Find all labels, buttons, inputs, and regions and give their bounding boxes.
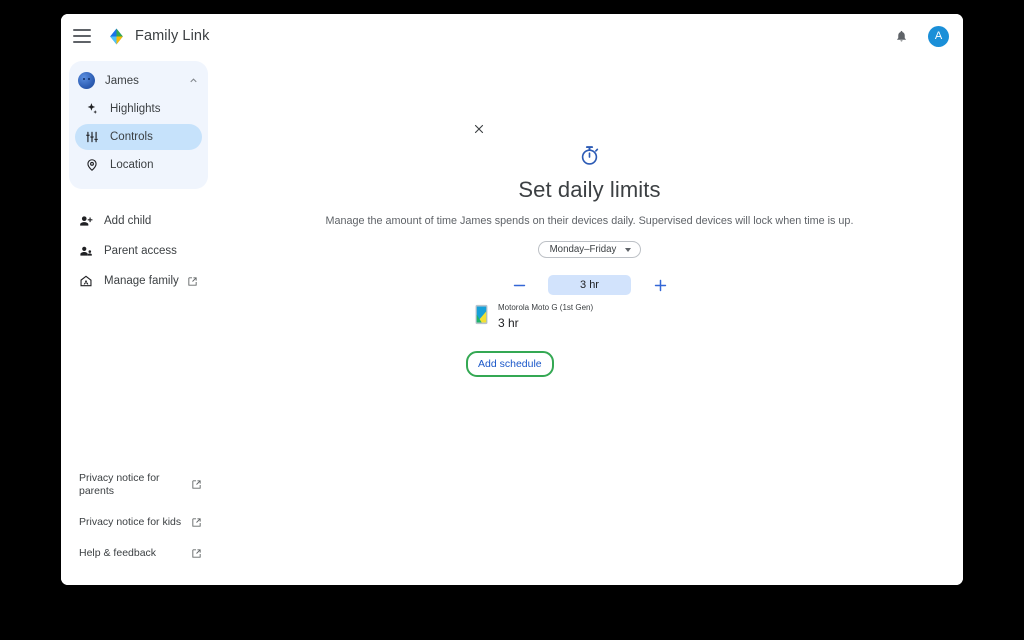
main-content: Set daily limits Manage the amount of ti… bbox=[216, 58, 963, 585]
family-home-icon bbox=[79, 274, 93, 288]
person-add-icon bbox=[79, 214, 93, 228]
sidebar-item-label: Location bbox=[110, 159, 154, 171]
plus-icon bbox=[654, 279, 666, 291]
bell-icon[interactable] bbox=[890, 25, 912, 47]
sidebar-item-controls[interactable]: Controls bbox=[75, 124, 202, 150]
top-app-bar: Family Link A bbox=[61, 14, 963, 58]
smartphone-icon bbox=[475, 304, 488, 325]
external-link-icon[interactable] bbox=[191, 517, 202, 528]
sparkle-icon bbox=[85, 102, 99, 116]
chevron-down-icon bbox=[625, 247, 632, 252]
sidebar-item-label: Highlights bbox=[110, 103, 161, 115]
footer-link-label: Privacy notice for parents bbox=[79, 471, 160, 497]
daily-limits-panel: Set daily limits Manage the amount of ti… bbox=[216, 58, 963, 296]
sidebar-item-location[interactable]: Location bbox=[75, 152, 202, 178]
footer-link-label: Privacy notice for kids bbox=[79, 515, 182, 528]
sidebar-footer-links: Privacy notice for parents Privacy notic… bbox=[61, 463, 216, 586]
person-supervisor-icon bbox=[79, 244, 93, 258]
sidebar-item-label: Controls bbox=[110, 131, 153, 143]
external-link-icon[interactable] bbox=[191, 479, 202, 490]
device-time-limit: 3 hr bbox=[498, 315, 519, 330]
external-link-icon[interactable] bbox=[191, 548, 202, 559]
chevron-up-icon[interactable] bbox=[188, 75, 199, 86]
sidebar-actions: Add child Parent access Manage family bbox=[61, 199, 216, 297]
hamburger-menu-icon[interactable] bbox=[73, 29, 91, 43]
brand: Family Link bbox=[107, 27, 209, 46]
body-split: James Highlights Controls Location Add c… bbox=[61, 58, 963, 585]
time-limit-value[interactable]: 3 hr bbox=[548, 275, 631, 295]
stopwatch-icon bbox=[581, 146, 599, 165]
device-row: Motorola Moto G (1st Gen) 3 hr bbox=[475, 303, 593, 330]
sidebar-item-label: Parent access bbox=[104, 245, 177, 257]
sidebar-item-label: Manage family bbox=[104, 275, 179, 287]
minus-icon bbox=[513, 284, 525, 286]
sidebar-item-manage-family[interactable]: Manage family bbox=[69, 267, 208, 295]
day-range-value: Monday–Friday bbox=[549, 244, 617, 255]
device-info: Motorola Moto G (1st Gen) 3 hr bbox=[498, 303, 593, 330]
external-link-icon[interactable] bbox=[187, 276, 198, 287]
footer-link-privacy-parents[interactable]: Privacy notice for parents bbox=[61, 463, 216, 507]
sidebar-item-parent-access[interactable]: Parent access bbox=[69, 237, 208, 265]
app-title: Family Link bbox=[135, 28, 210, 44]
time-limit-stepper: 3 hr bbox=[508, 274, 671, 296]
add-schedule-button[interactable]: Add schedule bbox=[478, 358, 542, 370]
app-window: Family Link A James Highlights Controls … bbox=[61, 14, 963, 585]
footer-link-privacy-kids[interactable]: Privacy notice for kids bbox=[61, 507, 216, 538]
child-avatar-icon bbox=[78, 72, 95, 89]
family-link-logo-icon bbox=[110, 28, 123, 44]
child-name-label: James bbox=[105, 74, 139, 87]
page-subtitle: Manage the amount of time James spends o… bbox=[325, 215, 854, 227]
increase-time-button[interactable] bbox=[649, 274, 671, 296]
footer-link-help-feedback[interactable]: Help & feedback bbox=[61, 538, 216, 569]
page-title: Set daily limits bbox=[518, 177, 661, 202]
avatar[interactable]: A bbox=[928, 25, 949, 47]
decrease-time-button[interactable] bbox=[508, 274, 530, 296]
map-pin-icon bbox=[85, 158, 99, 172]
device-name: Motorola Moto G (1st Gen) bbox=[498, 303, 594, 312]
sidebar-item-add-child[interactable]: Add child bbox=[69, 207, 208, 235]
day-range-selector[interactable]: Monday–Friday bbox=[537, 241, 642, 258]
add-schedule-highlight: Add schedule bbox=[466, 351, 554, 377]
sliders-icon bbox=[85, 130, 99, 144]
child-nav-group: James Highlights Controls Location bbox=[69, 61, 208, 189]
close-x-icon[interactable] bbox=[468, 118, 490, 140]
sidebar-item-highlights[interactable]: Highlights bbox=[75, 96, 202, 122]
footer-link-label: Help & feedback bbox=[79, 546, 157, 559]
sidebar-item-label: Add child bbox=[104, 215, 152, 227]
child-selector-james[interactable]: James bbox=[69, 67, 208, 94]
sidebar: James Highlights Controls Location Add c… bbox=[61, 58, 216, 585]
